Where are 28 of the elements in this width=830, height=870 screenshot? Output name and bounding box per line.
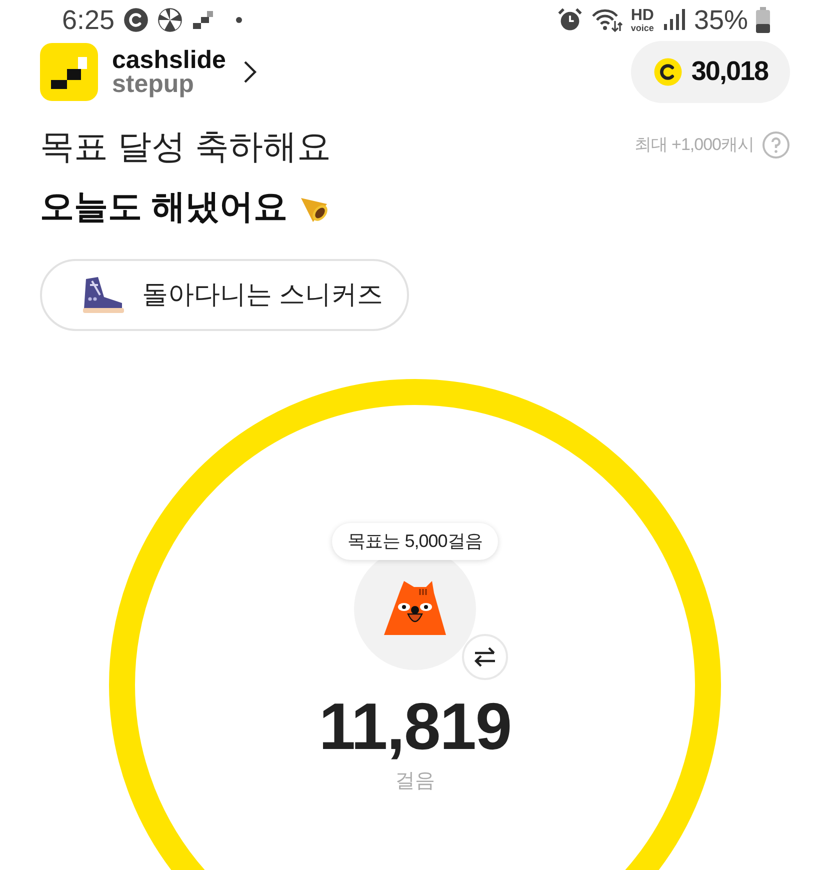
chevron-right-icon[interactable] <box>242 58 258 84</box>
headline: 목표 달성 축하해요 <box>40 126 332 168</box>
reward-note: 최대 +1,000캐시 <box>634 134 754 156</box>
sneaker-badge[interactable]: 돌아다니는 스니커즈 <box>40 258 410 330</box>
status-time: 6:25 <box>62 4 115 37</box>
step-unit: 걸음 <box>395 768 435 794</box>
wifi-icon <box>590 7 623 34</box>
battery-icon <box>756 7 770 34</box>
brand-name: cashslide <box>112 48 226 72</box>
product-name: stepup <box>112 72 195 96</box>
signal-icon <box>662 8 686 32</box>
step-count: 11,819 <box>318 690 512 762</box>
battery-percent: 35% <box>694 4 748 37</box>
swap-icon <box>473 646 498 668</box>
fan-icon <box>156 7 183 34</box>
voice-label: voice <box>630 24 654 33</box>
coin-balance[interactable]: 30,018 <box>631 40 790 102</box>
alarm-icon <box>556 7 583 34</box>
subheadline: 오늘도 해냈어요 <box>40 186 288 228</box>
swap-button[interactable] <box>462 634 508 680</box>
dot-icon <box>234 16 243 24</box>
hd-label: HD <box>630 8 654 24</box>
app-logo-icon <box>190 9 215 32</box>
coin-icon <box>122 7 149 34</box>
mascot-drawing <box>382 580 448 636</box>
coin-icon <box>653 56 684 86</box>
app-logo[interactable] <box>40 42 98 100</box>
goal-tooltip: 목표는 5,000걸음 <box>332 522 498 560</box>
